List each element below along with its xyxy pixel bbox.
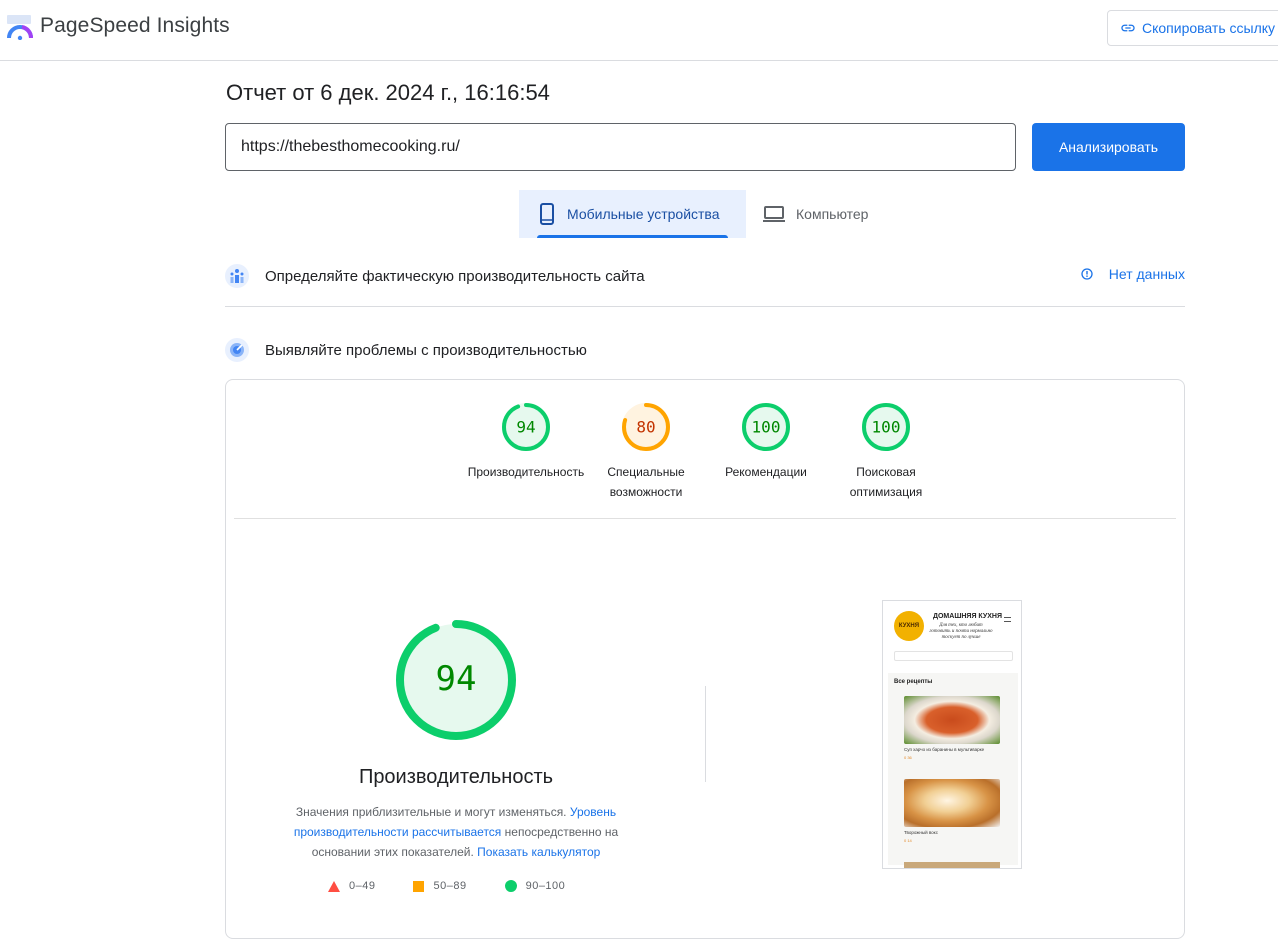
card-divider [234, 518, 1176, 519]
preview-site-title: ДОМАШНЯЯ КУХНЯ [933, 613, 1002, 620]
triangle-icon [328, 880, 340, 892]
top-bar: PageSpeed Insights Скопировать ссылку [0, 0, 1278, 61]
preview-all-recipes: Все рецепты [894, 679, 933, 685]
app-title: PageSpeed Insights [40, 14, 230, 37]
gauge-best-practices-ring: 100 [742, 403, 790, 451]
field-data-icon [225, 264, 249, 288]
score-legend: 0–49 50–89 90–100 [328, 880, 603, 892]
gauge-performance-score: 94 [516, 418, 535, 437]
smartphone-icon [540, 203, 554, 225]
gauge-accessibility[interactable]: 80 Специальные возможности [586, 402, 706, 502]
no-data-label: Нет данных [1108, 266, 1185, 282]
gauge-seo-score: 100 [872, 418, 901, 437]
copy-link-label: Скопировать ссылку [1142, 20, 1276, 36]
preview-recipe-title-1: Суп харчо из баранины в мультиварке [904, 747, 985, 752]
tab-active-indicator [537, 235, 728, 238]
preview-site-subtitle: Для тех, кто любит готовить и почти норм… [929, 623, 993, 640]
show-calculator-link[interactable]: Показать калькулятор [477, 845, 600, 859]
lab-data-title: Выявляйте проблемы с производительностью [265, 341, 587, 359]
gauge-performance[interactable]: 94 Производительность [466, 402, 586, 482]
gauge-best-practices-label: Рекомендации [725, 465, 807, 479]
preview-recipe-image-2 [904, 779, 1000, 827]
preview-menu-icon [1004, 617, 1011, 622]
tab-desktop-label: Компьютер [796, 206, 869, 222]
preview-recipe-meta-1: 0 36 [904, 755, 912, 760]
gauge-seo[interactable]: 100 Поисковая оптимизация [826, 402, 946, 502]
tab-mobile-label: Мобильные устройства [567, 206, 720, 222]
performance-description: Значения приблизительные и могут изменят… [278, 802, 634, 862]
preview-content: Все рецепты Суп харчо из баранины в муль… [888, 673, 1018, 868]
legend-average-range: 50–89 [433, 880, 467, 892]
pagespeed-logo-icon[interactable] [6, 14, 34, 41]
performance-big-score: 94 [436, 659, 477, 699]
copy-link-button[interactable]: Скопировать ссылку [1107, 10, 1278, 46]
field-data-title: Определяйте фактическую производительнос… [265, 267, 645, 285]
gauge-performance-ring: 94 [502, 403, 550, 451]
report-card: 94 Производительность 80 Специальные воз… [225, 379, 1185, 939]
gauge-performance-label: Производительность [467, 465, 585, 479]
gauge-accessibility-ring: 80 [622, 403, 670, 451]
laptop-icon [763, 206, 785, 222]
circle-icon [504, 880, 517, 892]
report-date: Отчет от 6 дек. 2024 г., 16:16:54 [226, 80, 550, 105]
square-icon [413, 880, 425, 892]
info-icon [1081, 268, 1093, 280]
legend-fail-range: 0–49 [349, 880, 376, 892]
no-data-link[interactable]: Нет данных [1081, 266, 1185, 282]
legend-fail: 0–49 [328, 880, 375, 892]
gauge-seo-label: Поисковая оптимизация [849, 465, 923, 499]
legend-average: 50–89 [413, 880, 466, 892]
performance-title: Производительность [358, 766, 554, 788]
section-divider [225, 306, 1185, 307]
vertical-separator [705, 686, 706, 782]
analyze-button[interactable]: Анализировать [1032, 123, 1185, 171]
gauge-best-practices[interactable]: 100 Рекомендации [706, 402, 826, 482]
legend-pass-range: 90–100 [525, 880, 566, 892]
desc-text-1: Значения приблизительные и могут изменят… [295, 805, 567, 819]
field-data-section: Определяйте фактическую производительнос… [225, 256, 1185, 296]
tab-mobile[interactable]: Мобильные устройства [519, 190, 746, 238]
preview-recipe-title-2: Творожный вокс [904, 830, 938, 835]
gauge-best-practices-score: 100 [752, 418, 781, 437]
url-input[interactable] [225, 123, 1016, 171]
lab-data-icon [225, 338, 249, 362]
performance-big-gauge: 94 [396, 620, 516, 740]
preview-search-box [894, 651, 1013, 661]
gauge-accessibility-score: 80 [636, 418, 655, 437]
preview-recipe-image-3 [904, 862, 1000, 868]
page-screenshot-preview[interactable]: КУХНЯ ДОМАШНЯЯ КУХНЯ Для тех, кто любит … [882, 600, 1022, 869]
legend-pass: 90–100 [504, 880, 566, 892]
gauge-accessibility-label: Специальные возможности [607, 465, 685, 499]
gauge-seo-ring: 100 [862, 403, 910, 451]
preview-recipe-meta-2: 0 14 [904, 838, 912, 843]
lab-data-section: Выявляйте проблемы с производительностью [225, 330, 1185, 370]
tab-desktop[interactable]: Компьютер [762, 190, 892, 238]
link-icon [1121, 24, 1135, 32]
preview-site-logo: КУХНЯ [894, 611, 924, 641]
preview-recipe-image-1 [904, 696, 1000, 744]
